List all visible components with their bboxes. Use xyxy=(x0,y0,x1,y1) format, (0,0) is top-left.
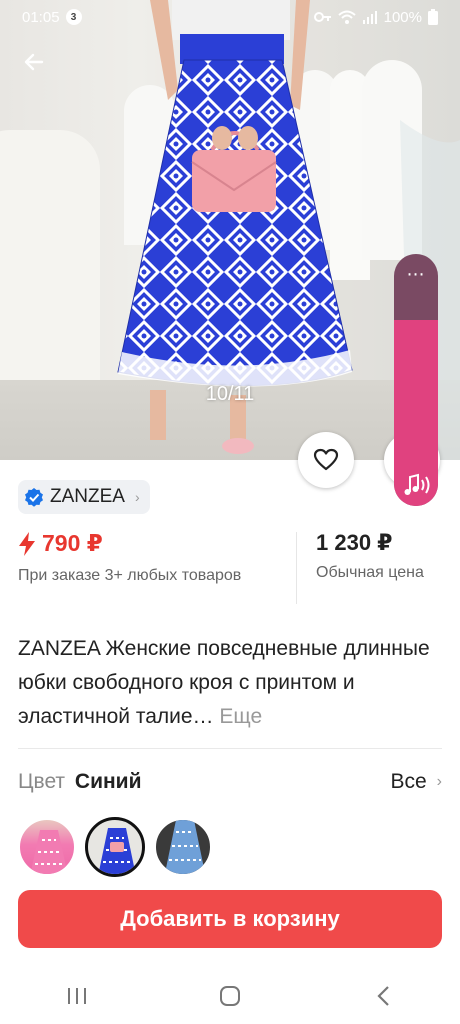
battery-percent: 100% xyxy=(383,8,422,26)
sale-price: 790 ₽ xyxy=(42,530,103,556)
image-counter: 10/11 xyxy=(205,383,255,405)
back-button[interactable] xyxy=(18,46,50,78)
chevron-left-icon xyxy=(377,986,390,1006)
home-button[interactable] xyxy=(200,976,260,1016)
expand-title-link[interactable]: Еще xyxy=(219,705,262,728)
wifi-icon xyxy=(337,10,356,24)
verified-check-icon xyxy=(25,488,43,507)
sound-icon[interactable] xyxy=(394,472,438,498)
seller-name: ZANZEA xyxy=(50,486,125,507)
color-swatch-blue[interactable] xyxy=(85,817,145,877)
home-icon xyxy=(219,986,240,1006)
vpn-key-icon xyxy=(313,12,331,22)
color-swatch-pink[interactable] xyxy=(18,818,76,876)
favorite-button[interactable] xyxy=(298,432,354,488)
all-colors-link[interactable]: Все › xyxy=(390,770,442,794)
heart-icon xyxy=(313,448,339,471)
section-divider xyxy=(18,748,442,749)
notification-count-badge: 3 xyxy=(65,9,82,25)
more-options-icon[interactable]: ⋯ xyxy=(394,264,438,285)
all-colors-label: Все xyxy=(390,770,427,793)
color-swatches xyxy=(18,817,212,877)
volume-panel[interactable]: ⋯ xyxy=(394,254,438,506)
regular-price-note: Обычная цена xyxy=(316,564,424,581)
color-label: Цвет xyxy=(18,770,66,793)
chevron-right-icon: › xyxy=(134,489,140,505)
recent-apps-button[interactable] xyxy=(47,976,107,1016)
add-to-cart-button[interactable]: Добавить в корзину xyxy=(18,890,442,948)
regular-price-block: 1 230 ₽ Обычная цена xyxy=(316,530,424,582)
back-nav-button[interactable] xyxy=(353,976,413,1016)
battery-icon xyxy=(428,9,438,25)
seller-chip[interactable]: ZANZEA › xyxy=(18,480,150,514)
status-bar: 01:05 3 100% xyxy=(0,0,460,34)
sale-price-note: При заказе 3+ любых товаров xyxy=(18,567,242,584)
signal-icon xyxy=(362,11,377,24)
system-nav-bar xyxy=(0,968,460,1024)
sale-price-block: 790 ₽ При заказе 3+ любых товаров xyxy=(18,530,298,586)
arrow-left-icon xyxy=(24,53,44,71)
price-divider xyxy=(296,532,297,604)
selected-color-value: Синий xyxy=(74,770,142,793)
chevron-right-icon: › xyxy=(436,773,442,790)
regular-price: 1 230 ₽ xyxy=(316,530,393,555)
product-image[interactable]: 10/11 xyxy=(0,0,460,460)
color-selector-header[interactable]: Цвет Синий Все › xyxy=(18,770,442,794)
recent-apps-icon xyxy=(67,988,86,1004)
lightning-icon xyxy=(19,531,35,556)
status-time: 01:05 xyxy=(22,8,60,26)
product-title[interactable]: ZANZEA Женские повседневные длинные юбки… xyxy=(18,632,444,734)
color-swatch-light-blue[interactable] xyxy=(154,818,212,876)
